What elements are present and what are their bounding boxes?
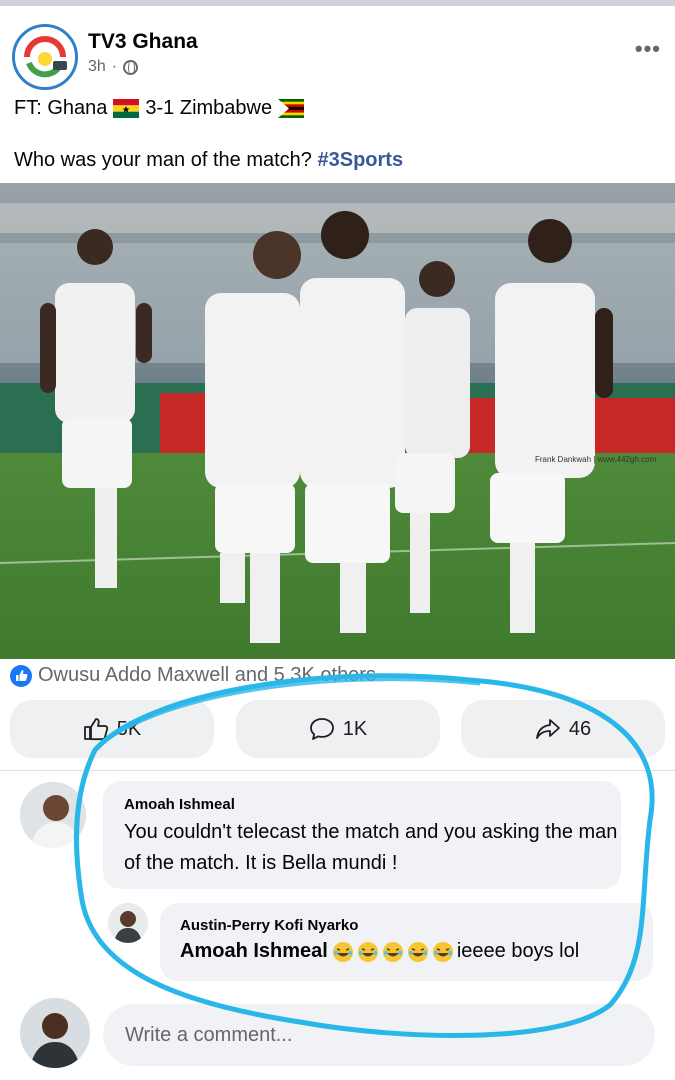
post-score-line: FT: Ghana 3-1 Zimbabwe — [14, 97, 305, 120]
tv3-logo-icon — [15, 27, 75, 87]
share-arrow-icon — [535, 719, 560, 739]
page-avatar[interactable] — [12, 24, 78, 90]
share-button[interactable]: 46 — [461, 700, 665, 758]
post-actions: 5K 1K 46 — [0, 700, 675, 758]
comment-bubble-icon — [309, 718, 334, 740]
like-count: 5K — [116, 717, 142, 740]
comment-text: You couldn't telecast the match and you … — [124, 821, 618, 874]
football-celebration-photo: Frank Dankwah | www.442gh.com — [0, 183, 675, 659]
score-result: 3-1 Zimbabwe — [145, 97, 273, 119]
comments-divider — [0, 770, 675, 771]
comment-input[interactable]: Write a comment... — [103, 1004, 655, 1066]
hashtag-link[interactable]: #3Sports — [317, 149, 403, 171]
photo-watermark: Frank Dankwah | www.442gh.com — [535, 455, 657, 464]
question-text: Who was your man of the match? — [14, 149, 312, 171]
reply-content: Amoah Ishmeal ieeee boys lol — [180, 940, 653, 963]
current-user-photo — [20, 998, 90, 1068]
laughing-emoji-icon — [332, 941, 353, 962]
post-header: TV3 Ghana 3h · ••• — [0, 8, 675, 90]
laughing-emoji-icon — [407, 941, 428, 962]
comment-bubble: Amoah Ishmeal You couldn't telecast the … — [103, 781, 621, 889]
top-separator — [0, 0, 675, 6]
globe-icon — [123, 59, 139, 75]
comment-author[interactable]: Amoah Ishmeal — [124, 796, 621, 813]
reply-text: ieeee boys lol — [456, 940, 580, 962]
avatar[interactable] — [20, 782, 86, 848]
post-question-line: Who was your man of the match? #3Sports — [14, 149, 403, 172]
comment-button[interactable]: 1K — [236, 700, 440, 758]
post-time[interactable]: 3h — [88, 58, 106, 76]
reactions-text: Owusu Addo Maxwell and 5.3K others — [38, 664, 376, 686]
reply-mention[interactable]: Amoah Ishmeal — [180, 940, 328, 963]
post-photo[interactable]: Frank Dankwah | www.442gh.com — [0, 183, 675, 659]
replier-photo — [108, 903, 148, 943]
share-count: 46 — [568, 717, 592, 740]
score-prefix: FT: Ghana — [14, 97, 108, 119]
like-reaction-icon — [10, 664, 32, 687]
laughing-emoji-icon — [357, 941, 378, 962]
reactions-summary[interactable]: Owusu Addo Maxwell and 5.3K others — [10, 664, 376, 687]
reply-author[interactable]: Austin-Perry Kofi Nyarko — [180, 917, 653, 934]
avatar[interactable] — [20, 998, 90, 1068]
commenter-photo — [20, 782, 86, 848]
comment-count: 1K — [342, 717, 368, 740]
ghana-flag-icon — [113, 99, 140, 118]
thumbs-up-icon — [83, 718, 108, 741]
laughing-emoji-icon — [382, 941, 403, 962]
post-meta: 3h · — [88, 58, 139, 76]
meta-separator: · — [111, 58, 118, 75]
page-name[interactable]: TV3 Ghana — [88, 30, 198, 54]
avatar[interactable] — [108, 903, 148, 943]
zimbabwe-flag-icon — [278, 99, 305, 118]
reply-bubble: Austin-Perry Kofi Nyarko Amoah Ishmeal i… — [160, 903, 653, 981]
comment-input-placeholder: Write a comment... — [125, 1023, 293, 1046]
like-button[interactable]: 5K — [10, 700, 214, 758]
more-options-icon[interactable]: ••• — [635, 36, 661, 62]
laughing-emoji-icon — [432, 941, 453, 962]
